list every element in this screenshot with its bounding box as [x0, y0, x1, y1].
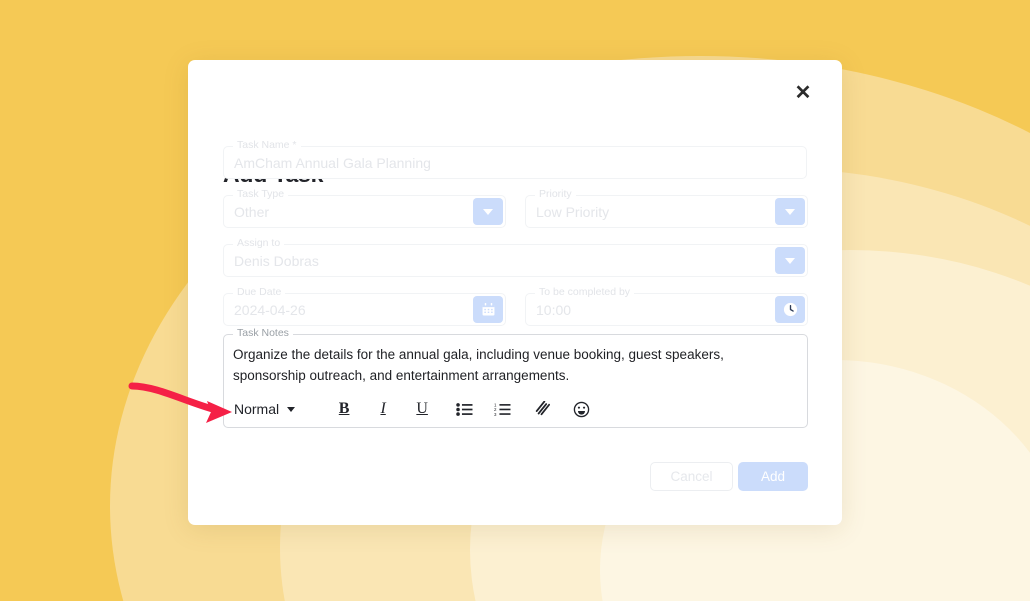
assign-to-value: Denis Dobras [234, 252, 319, 269]
task-notes-field[interactable]: Task Notes Organize the details for the … [223, 327, 808, 428]
clock-icon [783, 302, 797, 317]
task-name-value: AmCham Annual Gala Planning [234, 154, 431, 171]
bold-button[interactable]: B [329, 396, 359, 422]
close-icon[interactable]: ✕ [790, 80, 816, 106]
cancel-button[interactable]: Cancel [650, 462, 733, 491]
chevron-down-icon [483, 208, 493, 215]
task-type-value: Other [234, 203, 270, 220]
numbered-list-button[interactable]: 1 2 3 [487, 396, 517, 422]
completion-time-label: To be completed by [535, 286, 635, 298]
italic-icon: I [380, 400, 386, 417]
calendar-icon [482, 302, 494, 316]
add-task-modal: ✕ Add Task Task Name * AmCham Annual Gal… [188, 60, 842, 525]
task-type-label: Task Type [233, 188, 289, 200]
numbered-list-icon: 1 2 3 [494, 402, 511, 416]
assign-to-label: Assign to [233, 237, 285, 249]
emoji-button[interactable] [566, 396, 596, 422]
priority-value: Low Priority [536, 203, 610, 220]
assign-to-field[interactable]: Assign to Denis Dobras [223, 237, 808, 277]
underline-button[interactable]: U [407, 396, 437, 422]
chevron-down-icon [785, 257, 795, 264]
chevron-down-icon [785, 208, 795, 215]
emoji-smiley-icon [573, 401, 589, 417]
completion-time-value: 10:00 [536, 301, 572, 318]
underline-icon: U [416, 400, 428, 417]
assign-to-dropdown-button[interactable] [775, 247, 805, 274]
priority-dropdown-button[interactable] [775, 198, 805, 225]
task-notes-label: Task Notes [233, 327, 293, 339]
text-style-select[interactable]: Normal [228, 396, 301, 422]
time-picker-button[interactable] [775, 296, 805, 323]
clear-formatting-button[interactable] [528, 396, 558, 422]
chevron-down-icon [287, 406, 296, 412]
task-name-label: Task Name * [233, 139, 301, 151]
due-date-label: Due Date [233, 286, 286, 298]
italic-button[interactable]: I [368, 396, 398, 422]
completion-time-field[interactable]: To be completed by 10:00 [525, 286, 808, 326]
svg-text:3: 3 [494, 411, 497, 416]
due-date-value: 2024-04-26 [234, 301, 306, 318]
priority-field[interactable]: Priority Low Priority [525, 188, 808, 228]
add-button[interactable]: Add [738, 462, 808, 491]
bulleted-list-button[interactable] [449, 396, 479, 422]
task-name-field[interactable]: Task Name * AmCham Annual Gala Planning [223, 139, 807, 179]
rich-text-toolbar: Normal B I U 1 2 3 [224, 391, 807, 427]
clear-formatting-icon [535, 401, 550, 416]
text-style-value: Normal [234, 401, 280, 417]
priority-label: Priority [535, 188, 576, 200]
task-type-dropdown-button[interactable] [473, 198, 503, 225]
date-picker-button[interactable] [473, 296, 503, 323]
task-notes-value[interactable]: Organize the details for the annual gala… [233, 344, 797, 386]
due-date-field[interactable]: Due Date 2024-04-26 [223, 286, 506, 326]
task-type-field[interactable]: Task Type Other [223, 188, 506, 228]
bold-icon: B [338, 400, 350, 417]
bulleted-list-icon [455, 402, 473, 416]
